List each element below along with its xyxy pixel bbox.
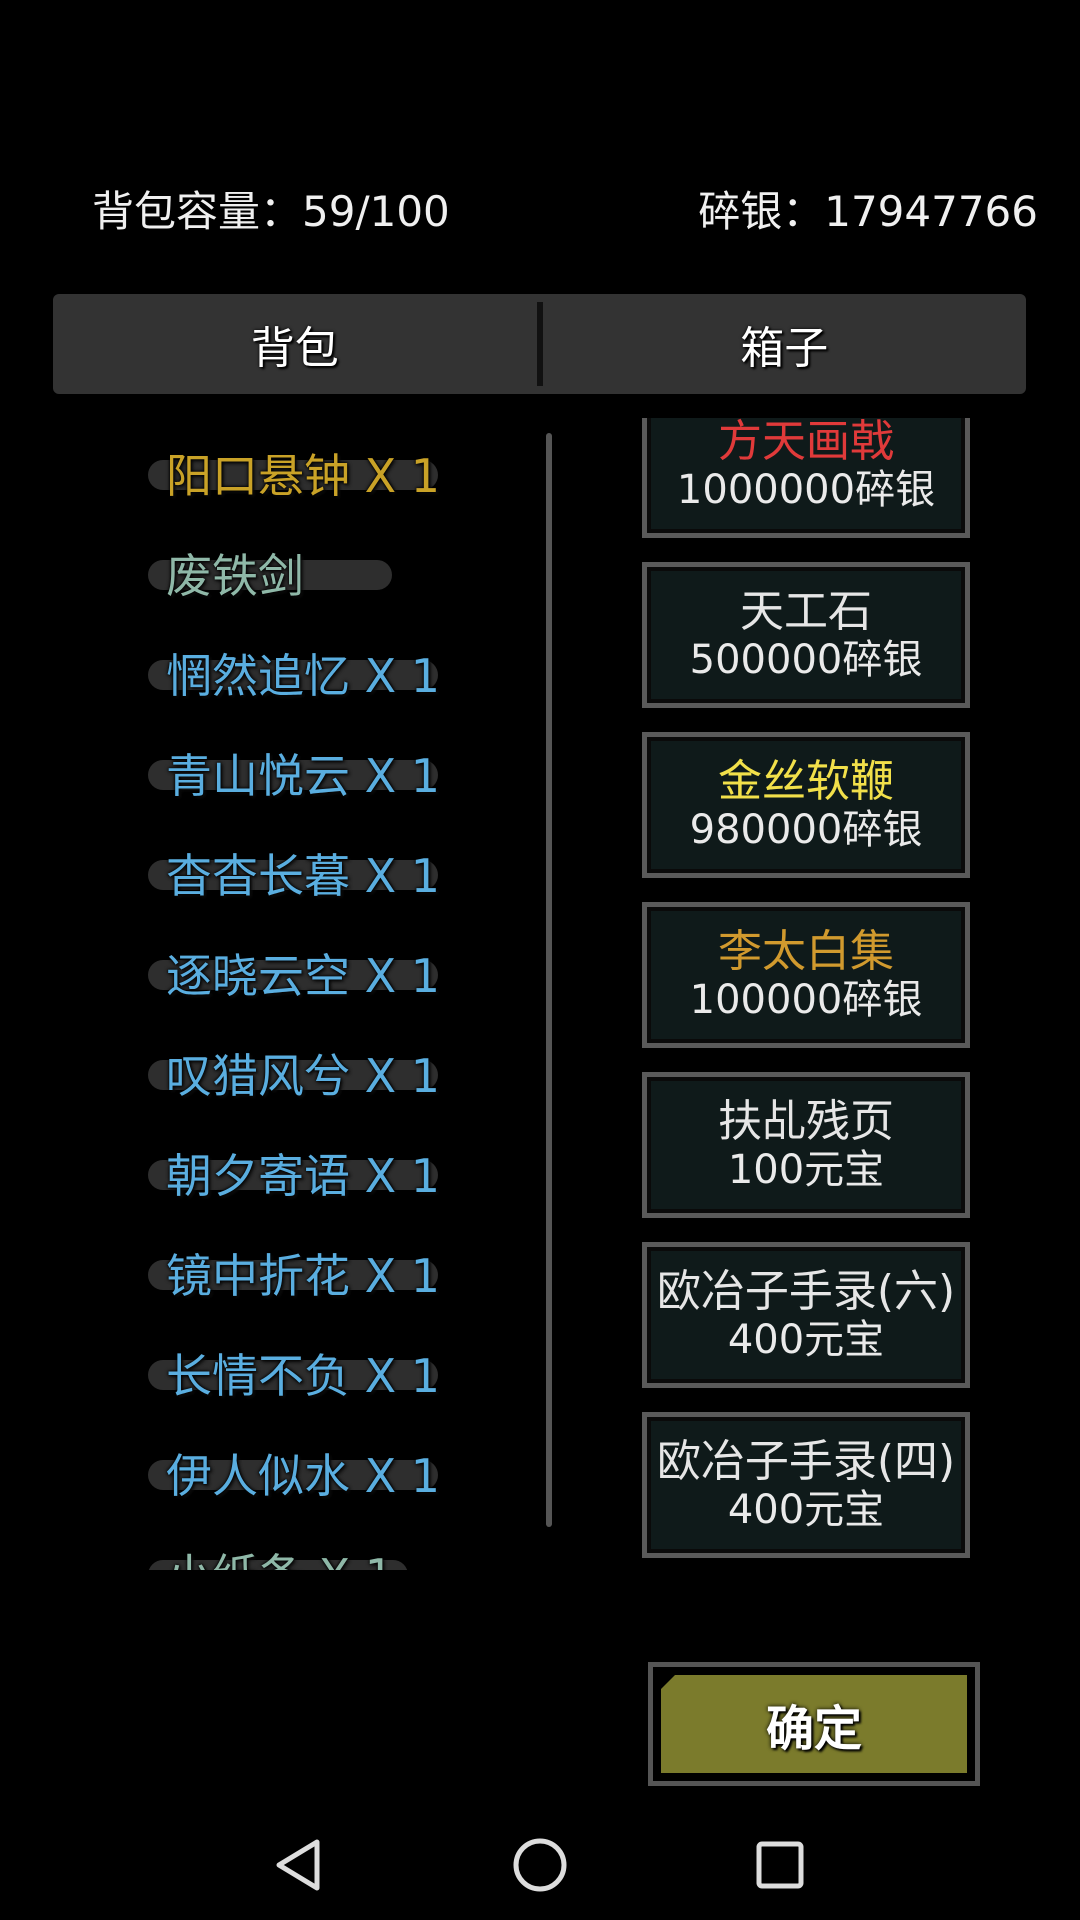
shop-item-name: 天工石 (740, 585, 872, 637)
shop-item-card[interactable]: 扶乩残页 100元宝 (642, 1072, 970, 1218)
shop-item-price: 100000碎银 (689, 977, 923, 1024)
confirm-button-face: 确定 (661, 1675, 967, 1773)
shop-list[interactable]: 方天画戟 1000000碎银 天工石 500000碎银 金丝软鞭 980000碎银 李太白集… (600, 418, 1040, 1570)
shop-item-card[interactable]: 李太白集 100000碎银 (642, 902, 970, 1048)
inventory-item-name: 惘然追忆 X 1 (166, 649, 441, 703)
shop-item-name: 欧冶子手录(六) (656, 1265, 956, 1317)
inventory-item[interactable]: 阳口悬钟 X 1 (148, 438, 440, 508)
shop-item-price: 980000碎银 (689, 807, 923, 854)
inventory-item-name: 杳杳长暮 X 1 (166, 849, 441, 903)
inventory-item[interactable]: 逐晓云空 X 1 (148, 938, 440, 1008)
inventory-scrollbar[interactable] (546, 433, 552, 1527)
shop-item-name: 李太白集 (718, 925, 894, 977)
inventory-item[interactable]: 叹猎风兮 X 1 (148, 1038, 440, 1108)
shop-item-card[interactable]: 天工石 500000碎银 (642, 562, 970, 708)
inventory-item-name: 废铁剑 (166, 549, 304, 603)
inventory-item[interactable]: 镜中折花 X 1 (148, 1238, 440, 1308)
recents-icon[interactable] (745, 1830, 815, 1900)
inventory-item-name: 青山悦云 X 1 (166, 749, 441, 803)
confirm-button[interactable]: 确定 (648, 1662, 980, 1786)
home-icon[interactable] (505, 1830, 575, 1900)
inventory-item[interactable]: 小纸条 X 1 (148, 1538, 408, 1570)
inventory-item-name: 叹猎风兮 X 1 (166, 1049, 441, 1103)
inventory-item-name: 逐晓云空 X 1 (166, 949, 441, 1003)
inventory-item[interactable]: 杳杳长暮 X 1 (148, 838, 440, 908)
shop-item-card[interactable]: 方天画戟 1000000碎银 (642, 418, 970, 538)
silver-display: 碎银：17947766 (698, 178, 1038, 239)
shop-item-card[interactable]: 金丝软鞭 980000碎银 (642, 732, 970, 878)
inventory-item[interactable]: 朝夕寄语 X 1 (148, 1138, 440, 1208)
inventory-item-name: 阳口悬钟 X 1 (166, 449, 441, 503)
shop-item-name: 欧冶子手录(四) (656, 1435, 956, 1487)
system-nav-bar (0, 1810, 1080, 1920)
tab-box[interactable]: 箱子 (543, 312, 1027, 376)
confirm-label: 确定 (765, 1701, 862, 1757)
shop-item-name: 扶乩残页 (718, 1095, 894, 1147)
silver-value: 17947766 (824, 187, 1038, 236)
shop-item-name: 方天画戟 (718, 418, 894, 467)
shop-item-card[interactable]: 欧冶子手录(六) 400元宝 (642, 1242, 970, 1388)
shop-item-price: 400元宝 (727, 1487, 885, 1534)
silver-label: 碎银： (698, 187, 825, 236)
shop-item-price: 100元宝 (727, 1147, 885, 1194)
inventory-item[interactable]: 长情不负 X 1 (148, 1338, 440, 1408)
inventory-item-name: 镜中折花 X 1 (166, 1249, 441, 1303)
inventory-item-name: 朝夕寄语 X 1 (166, 1149, 441, 1203)
tab-bar: 背包 箱子 (53, 294, 1026, 394)
capacity-label: 背包容量： (92, 187, 303, 236)
shop-item-card[interactable]: 欧冶子手录(四) 400元宝 (642, 1412, 970, 1558)
capacity-display: 背包容量：59/100 (92, 178, 450, 239)
inventory-item-name: 小纸条 X 1 (166, 1540, 394, 1570)
shop-item-price: 400元宝 (727, 1317, 885, 1364)
inventory-item[interactable]: 废铁剑 (148, 538, 392, 608)
shop-item-price: 500000碎银 (689, 637, 923, 684)
back-icon[interactable] (265, 1830, 335, 1900)
inventory-item-name: 长情不负 X 1 (166, 1349, 441, 1403)
shop-item-price: 1000000碎银 (676, 467, 936, 514)
inventory-item[interactable]: 青山悦云 X 1 (148, 738, 440, 808)
shop-item-name: 金丝软鞭 (718, 755, 894, 807)
inventory-item[interactable]: 惘然追忆 X 1 (148, 638, 440, 708)
inventory-list[interactable]: 阳口悬钟 X 1 废铁剑惘然追忆 X 1 青山悦云 X 1 杳杳长暮 X 1 逐晓云空 … (100, 418, 520, 1570)
inventory-item[interactable]: 伊人似水 X 1 (148, 1438, 440, 1508)
inventory-item-name: 伊人似水 X 1 (166, 1449, 441, 1503)
capacity-value: 59/100 (302, 187, 450, 236)
tab-backpack[interactable]: 背包 (53, 312, 537, 376)
